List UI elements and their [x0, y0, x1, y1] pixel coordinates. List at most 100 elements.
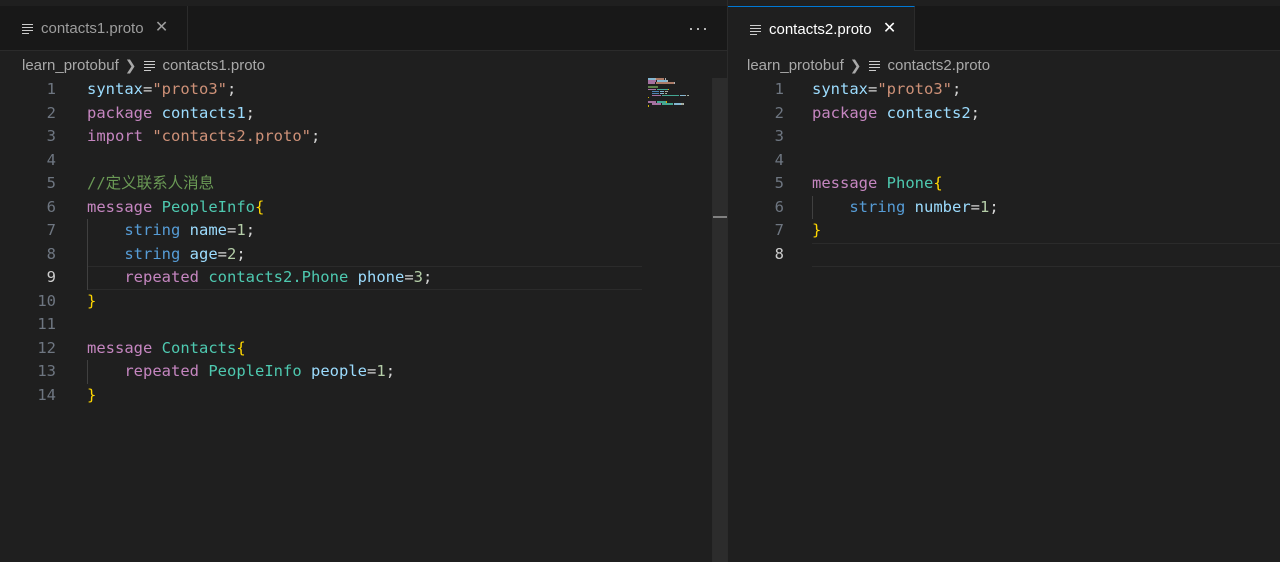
- code-line[interactable]: 7 string name=1;: [0, 219, 640, 243]
- tab-contacts2[interactable]: contacts2.proto ✕: [728, 6, 915, 51]
- code-text: repeated contacts2.Phone phone=3;: [124, 268, 433, 286]
- tab-bar-left: contacts1.proto ✕: [0, 6, 727, 51]
- tab-contacts1[interactable]: contacts1.proto ✕: [0, 6, 188, 50]
- code-line[interactable]: 7}: [728, 219, 1280, 243]
- code-line[interactable]: 5 message Phone{: [728, 172, 1280, 196]
- tab-bar-right: contacts2.proto ✕: [728, 6, 1280, 51]
- code-line[interactable]: 11: [0, 313, 640, 337]
- minimap-stroke: [652, 103, 662, 105]
- code-line[interactable]: 3 import "contacts2.proto";: [0, 125, 640, 149]
- code-line[interactable]: 8 string age=2;: [0, 243, 640, 267]
- code-editor[interactable]: 1 syntax="proto3"; 2 package contacts1; 3 imp…: [0, 78, 727, 562]
- tab-label: contacts1.proto: [41, 19, 144, 37]
- breadcrumb: learn_protobuf ❯ contacts1.proto: [22, 54, 265, 76]
- file-lines-icon: [22, 23, 33, 34]
- code-line[interactable]: 1 syntax="proto3";: [728, 78, 1280, 102]
- file-lines-icon: [144, 60, 156, 71]
- code-line[interactable]: 1 syntax="proto3";: [0, 78, 640, 102]
- minimap-stroke: [662, 94, 679, 97]
- line-number: 8: [774, 244, 784, 263]
- tab-label: contacts2.proto: [769, 20, 872, 38]
- close-icon[interactable]: ✕: [882, 21, 898, 37]
- vertical-scrollbar[interactable]: [712, 78, 727, 562]
- chevron-right-icon: ❯: [849, 56, 862, 73]
- code-text: message Contacts{: [87, 338, 246, 357]
- breadcrumb-file[interactable]: contacts1.proto: [162, 57, 265, 74]
- code-text: message Phone{: [812, 174, 943, 192]
- minimap-stroke: [674, 103, 681, 105]
- minimap-stroke: [667, 88, 669, 90]
- vscode-window: contacts1.proto ✕ ··· learn_protobuf ❯ c…: [0, 0, 1280, 562]
- line-number: 12: [37, 338, 56, 357]
- code-text: }: [87, 385, 97, 404]
- line-number: 2: [774, 103, 784, 122]
- code-text: repeated PeopleInfo people=1;: [124, 362, 396, 380]
- code-line[interactable]: 14}: [0, 384, 640, 408]
- code-line[interactable]: 12 message Contacts{: [0, 337, 640, 361]
- code-text: package contacts1;: [87, 103, 256, 122]
- breadcrumb-folder[interactable]: learn_protobuf: [747, 57, 844, 74]
- code-editor[interactable]: 1 syntax="proto3"; 2 package contacts2; 3 4 5 m…: [728, 78, 1280, 562]
- code-line[interactable]: 8: [728, 243, 1280, 267]
- editor-group-right: contacts2.proto ✕ learn_protobuf ❯ conta…: [728, 0, 1280, 562]
- code-line[interactable]: 2 package contacts1;: [0, 102, 640, 126]
- line-number: 7: [46, 221, 56, 239]
- code-text: }: [87, 291, 97, 310]
- chevron-right-icon: ❯: [124, 56, 137, 73]
- line-number: 3: [774, 127, 784, 145]
- code-text: message PeopleInfo{: [87, 197, 265, 216]
- minimap-stroke: [648, 105, 650, 107]
- minimap[interactable]: [648, 78, 708, 118]
- code-line[interactable]: 3: [728, 125, 1280, 149]
- code-text: string number=1;: [849, 197, 999, 216]
- code-line[interactable]: 13 repeated PeopleInfo people=1;: [0, 360, 640, 384]
- breadcrumb: learn_protobuf ❯ contacts2.proto: [747, 54, 990, 76]
- line-number: 10: [37, 291, 56, 310]
- indent-guide: [87, 360, 88, 384]
- code-line[interactable]: 4: [728, 149, 1280, 173]
- line-number: 9: [46, 268, 56, 286]
- minimap-stroke: [687, 94, 689, 97]
- code-text: //定义联系人消息: [87, 174, 215, 192]
- indent-guide: [87, 219, 88, 290]
- code-line[interactable]: 9 repeated contacts2.Phone phone=3;: [0, 266, 640, 290]
- line-number: 5: [46, 174, 56, 192]
- scrollbar-thumb[interactable]: [713, 78, 727, 562]
- line-number: 13: [37, 362, 56, 380]
- code-text: }: [812, 221, 822, 239]
- code-text: syntax="proto3";: [812, 80, 962, 98]
- minimap-stroke: [655, 82, 675, 84]
- line-number: 2: [46, 103, 56, 122]
- minimap-stroke: [648, 96, 650, 99]
- code-line[interactable]: 5 //定义联系人消息: [0, 172, 640, 196]
- line-number: 7: [774, 221, 784, 239]
- editor-group-left: contacts1.proto ✕ ··· learn_protobuf ❯ c…: [0, 0, 727, 562]
- code-line[interactable]: 4: [0, 149, 640, 173]
- file-lines-icon: [869, 60, 881, 71]
- line-number: 6: [774, 197, 784, 216]
- code-line[interactable]: 6 string number=1;: [728, 196, 1280, 220]
- code-text: string name=1;: [124, 221, 256, 239]
- code-line[interactable]: 10}: [0, 290, 640, 314]
- minimap-stroke: [683, 103, 685, 105]
- minimap-stroke: [662, 103, 674, 105]
- minimap-stroke: [648, 82, 655, 84]
- line-number: 11: [37, 315, 56, 333]
- code-text: package contacts2;: [812, 103, 981, 122]
- code-line[interactable]: 2 package contacts2;: [728, 102, 1280, 126]
- close-icon[interactable]: ✕: [154, 20, 170, 36]
- code-text: import "contacts2.proto";: [87, 127, 321, 145]
- file-lines-icon: [750, 24, 761, 35]
- line-number: 3: [46, 127, 56, 145]
- indent-guide: [812, 195, 813, 219]
- line-number: 8: [46, 244, 56, 263]
- code-line[interactable]: 6 message PeopleInfo{: [0, 196, 640, 220]
- minimap-stroke: [674, 82, 676, 84]
- breadcrumb-folder[interactable]: learn_protobuf: [22, 57, 119, 74]
- line-number: 6: [46, 197, 56, 216]
- line-number: 1: [774, 80, 784, 98]
- code-text: syntax="proto3";: [87, 80, 237, 98]
- line-number: 14: [37, 385, 56, 404]
- breadcrumb-file[interactable]: contacts2.proto: [887, 57, 990, 74]
- more-actions-button[interactable]: ···: [688, 6, 709, 50]
